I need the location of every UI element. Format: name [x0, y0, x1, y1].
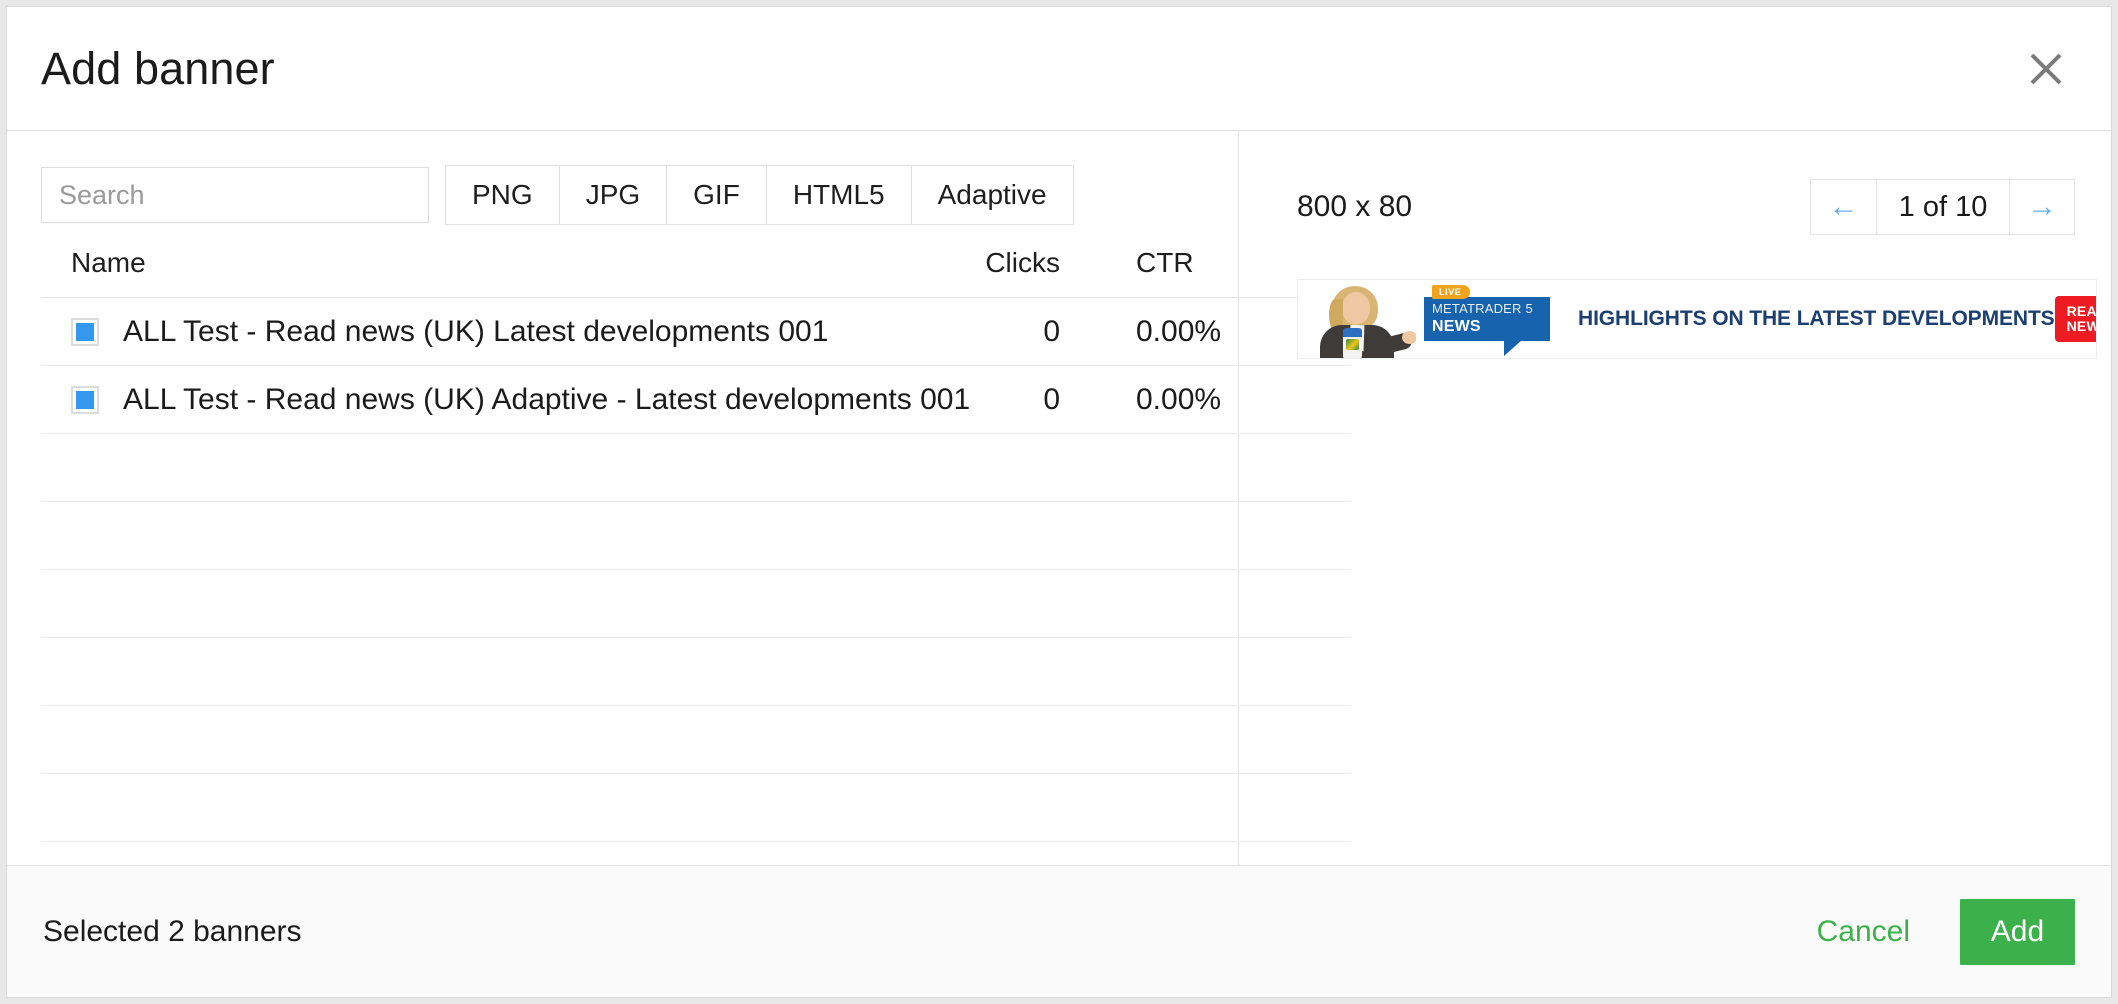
close-button[interactable] — [2015, 38, 2077, 100]
table-row-empty — [41, 773, 1351, 842]
cell-empty — [921, 569, 1096, 638]
preview-pager: ← 1 of 10 → — [1810, 179, 2075, 235]
search-input[interactable] — [41, 167, 429, 223]
live-badge: LIVE — [1432, 285, 1471, 299]
banner-headline: HIGHLIGHTS ON THE LATEST DEVELOPMENTS — [1578, 307, 2055, 330]
filter-gif[interactable]: GIF — [666, 165, 766, 225]
dialog-body: PNG JPG GIF HTML5 Adaptive Name Clicks C… — [7, 131, 2111, 865]
dialog-header: Add banner — [7, 7, 2111, 131]
filter-html5[interactable]: HTML5 — [765, 165, 911, 225]
arrow-right-icon[interactable]: → — [2009, 179, 2075, 235]
filter-jpg[interactable]: JPG — [558, 165, 667, 225]
arrow-left-icon[interactable]: ← — [1810, 179, 1876, 235]
add-banner-dialog: Add banner PNG JPG GIF HTML5 Adapt — [6, 6, 2112, 998]
table-header-row: Name Clicks CTR — [41, 231, 1351, 298]
table-row-empty — [41, 705, 1351, 774]
cell-empty — [41, 705, 921, 774]
table-row-empty — [41, 637, 1351, 706]
banner-size-label: 800 x 80 — [1297, 190, 1413, 223]
table-row-empty — [41, 433, 1351, 502]
read-news-cta-button[interactable]: READ NEWS » — [2054, 296, 2097, 342]
banner-table: Name Clicks CTR ALL Test - Read news (UK… — [41, 231, 1351, 842]
cell-empty — [921, 773, 1096, 842]
presenter-photo — [1298, 280, 1416, 358]
page-indicator: 1 of 10 — [1876, 179, 2009, 235]
brand-line-1: METATRADER 5 — [1432, 301, 1533, 316]
table-body: ALL Test - Read news (UK) Latest develop… — [41, 297, 1351, 842]
brand-bubble: LIVE METATRADER 5 NEWS — [1416, 280, 1564, 358]
cancel-button[interactable]: Cancel — [1793, 901, 1934, 963]
cell-clicks: 0 — [921, 297, 1096, 366]
column-header-name[interactable]: Name — [41, 231, 921, 298]
banner-name: ALL Test - Read news (UK) Latest develop… — [123, 314, 829, 348]
cell-empty — [41, 773, 921, 842]
row-checkbox[interactable] — [71, 317, 99, 346]
filter-png[interactable]: PNG — [445, 165, 559, 225]
banner-list-pane: PNG JPG GIF HTML5 Adaptive Name Clicks C… — [7, 131, 1351, 865]
preview-toolbar: 800 x 80 ← 1 of 10 → — [1297, 179, 2075, 235]
cta-line-2: NEWS — [2066, 318, 2096, 334]
cell-empty — [921, 705, 1096, 774]
cell-name: ALL Test - Read news (UK) Latest develop… — [41, 297, 921, 366]
close-icon — [2027, 50, 2065, 88]
cell-empty — [921, 433, 1096, 502]
table-row-empty — [41, 569, 1351, 638]
table-row[interactable]: ALL Test - Read news (UK) Latest develop… — [41, 297, 1351, 366]
table-header: Name Clicks CTR — [41, 231, 1351, 298]
checkbox-checked-icon — [76, 390, 94, 409]
selection-summary: Selected 2 banners — [43, 914, 302, 948]
cell-name: ALL Test - Read news (UK) Adaptive - Lat… — [41, 365, 970, 434]
cell-empty — [41, 501, 921, 570]
cta-line-1: READ — [2066, 303, 2097, 319]
page-title: Add banner — [41, 43, 275, 94]
table-row-empty — [41, 501, 1351, 570]
cell-empty — [41, 637, 921, 706]
format-filter-group: PNG JPG GIF HTML5 Adaptive — [445, 165, 1074, 225]
filter-adaptive[interactable]: Adaptive — [910, 165, 1074, 225]
filter-toolbar: PNG JPG GIF HTML5 Adaptive — [41, 165, 1204, 225]
banner-preview-image[interactable]: LIVE METATRADER 5 NEWS HIGHLIGHTS ON THE… — [1297, 279, 2097, 359]
add-button[interactable]: Add — [1960, 898, 2075, 965]
cell-empty — [41, 569, 921, 638]
column-header-clicks[interactable]: Clicks — [921, 231, 1096, 298]
banner-name: ALL Test - Read news (UK) Adaptive - Lat… — [123, 382, 971, 416]
brand-line-2: NEWS — [1432, 318, 1481, 335]
banner-preview-pane: 800 x 80 ← 1 of 10 → LIVE METATRADER 5 N… — [1239, 131, 2111, 865]
cell-empty — [921, 501, 1096, 570]
checkbox-checked-icon — [76, 322, 94, 341]
cell-empty — [921, 637, 1096, 706]
table-row[interactable]: ALL Test - Read news (UK) Adaptive - Lat… — [41, 365, 1351, 434]
row-checkbox[interactable] — [71, 385, 99, 414]
cell-empty — [41, 433, 921, 502]
dialog-footer: Selected 2 banners Cancel Add — [7, 865, 2111, 997]
